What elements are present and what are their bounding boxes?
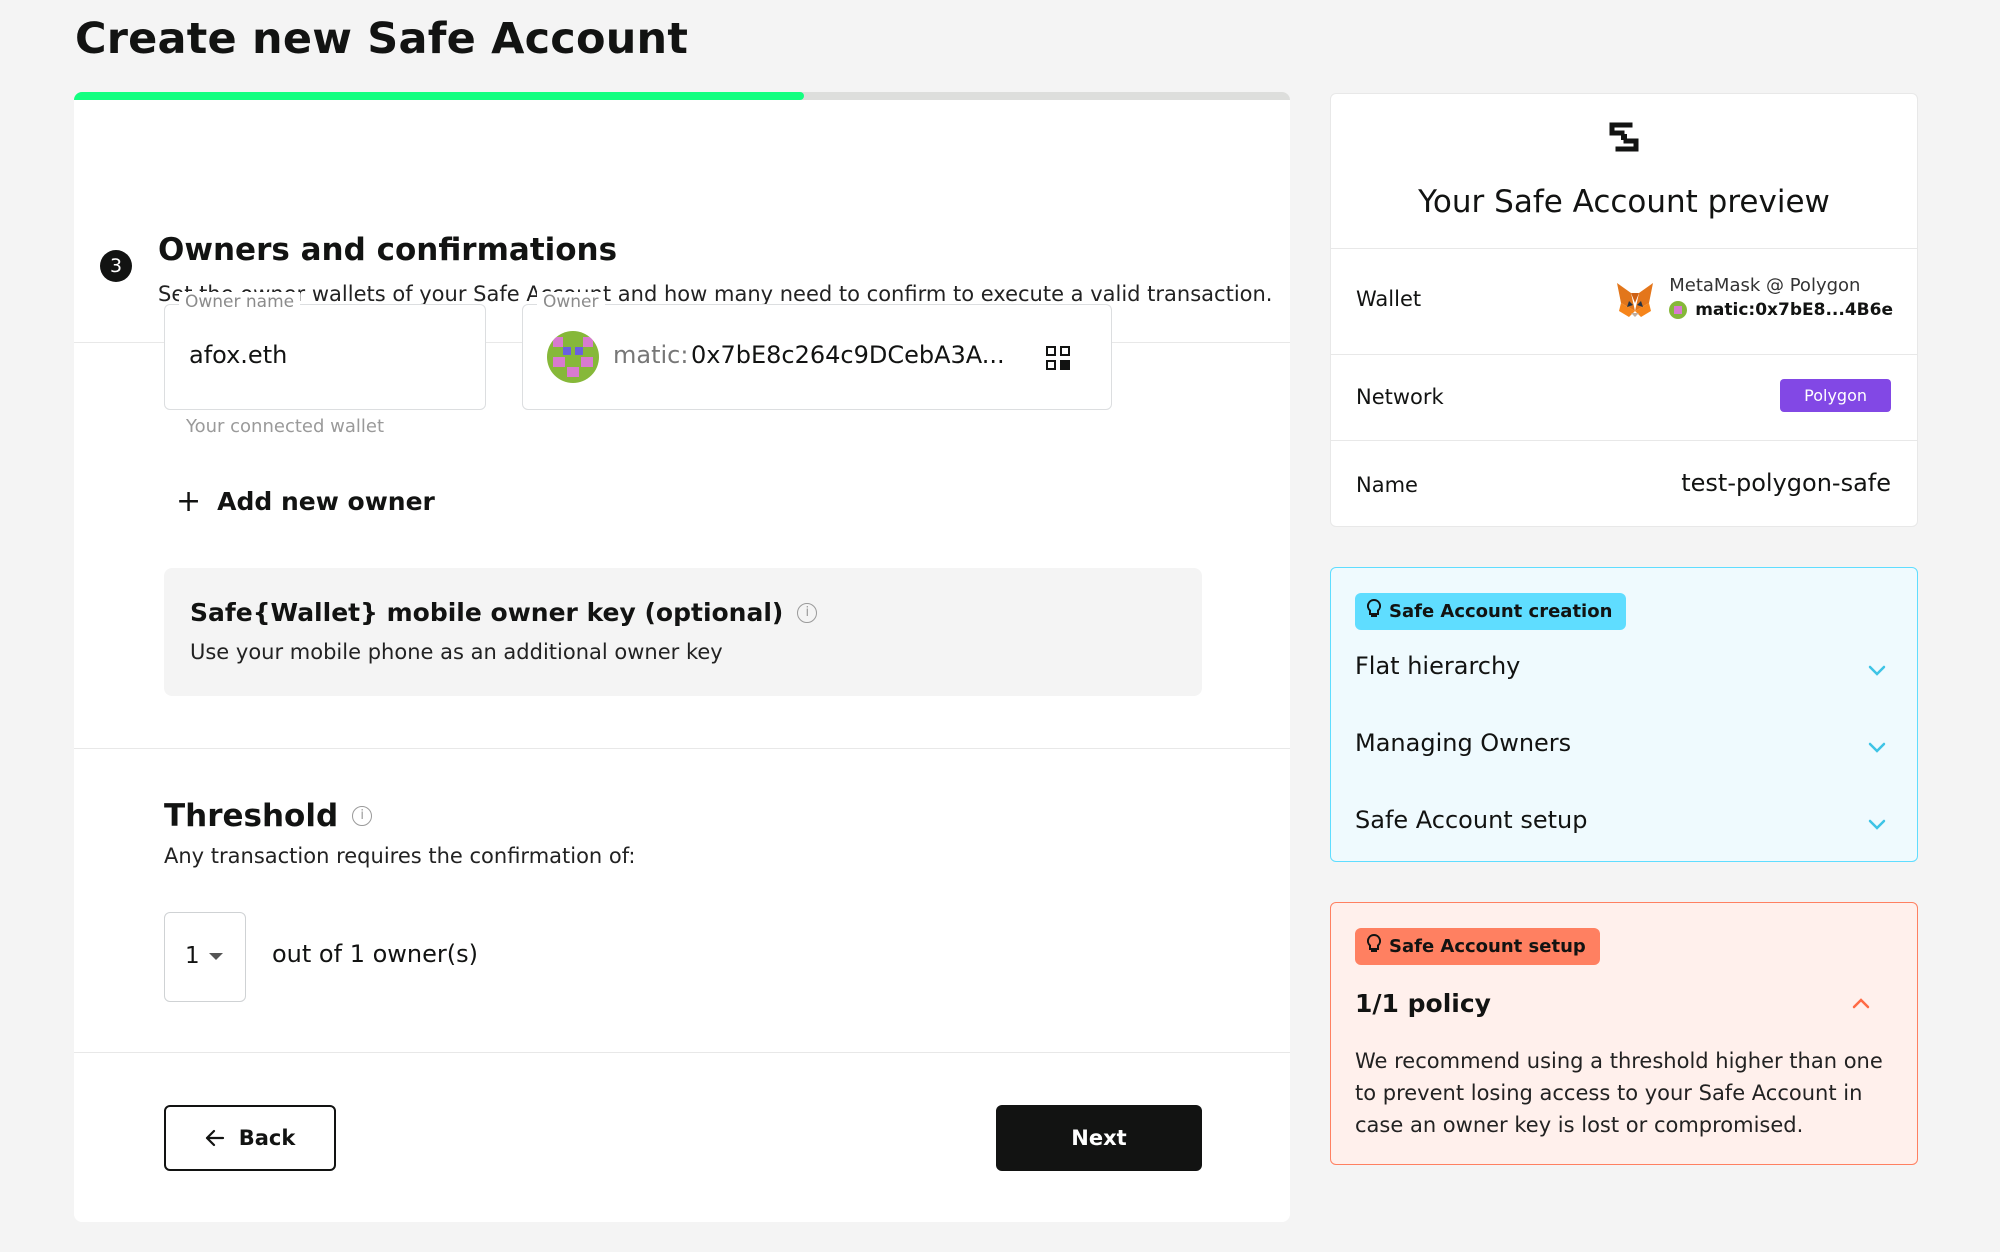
owner-identicon (547, 331, 599, 387)
arrow-left-icon (205, 1129, 224, 1147)
preview-wallet-row: Wallet MetaMask @ Polygon matic:0x7bE8..… (1331, 248, 1917, 354)
chevron-down-icon (1867, 656, 1887, 684)
safe-name-value: test-polygon-safe (1681, 469, 1891, 497)
owner-address-label: Owner (537, 292, 605, 312)
footer-divider (74, 1052, 1290, 1053)
mobile-owner-key-title: Safe{Wallet} mobile owner key (optional) (190, 598, 784, 627)
creation-tips-badge: Safe Account creation (1355, 593, 1627, 630)
preview-title: Your Safe Account preview (1418, 184, 1830, 220)
owners-step-card: 3 Owners and confirmations Set the owner… (74, 92, 1290, 1222)
accordion-managing-owners-label: Managing Owners (1355, 729, 1572, 757)
creation-tips-badge-label: Safe Account creation (1389, 601, 1613, 622)
metamask-fox-icon (1615, 281, 1655, 323)
wallet-label: Wallet (1356, 287, 1422, 311)
network-badge: Polygon (1780, 379, 1891, 412)
safe-creation-tips: Safe Account creation Flat hierarchy Man… (1330, 567, 1918, 862)
setup-warning-badge: Safe Account setup (1355, 928, 1600, 965)
wallet-name: MetaMask @ Polygon (1669, 275, 1861, 296)
owner-address-prefix: matic: (613, 341, 689, 369)
add-new-owner-label: Add new owner (217, 487, 435, 516)
owner-name-field[interactable]: Owner name afox.eth (164, 292, 486, 410)
section-divider (74, 748, 1290, 749)
accordion-flat-hierarchy[interactable]: Flat hierarchy (1355, 652, 1895, 680)
safe-logo-icon (1604, 119, 1644, 159)
progress-bar-fill (74, 92, 804, 100)
owner-name-helper: Your connected wallet (186, 416, 385, 437)
threshold-title: Threshold (164, 798, 339, 834)
preview-name-row: Name test-polygon-safe (1331, 440, 1917, 528)
lightbulb-icon (1366, 933, 1382, 959)
mobile-owner-key-title-row: Safe{Wallet} mobile owner key (optional)… (190, 598, 818, 627)
safe-setup-warning: Safe Account setup 1/1 policy We recomme… (1330, 902, 1918, 1165)
owner-name-value: afox.eth (189, 341, 288, 369)
next-button[interactable]: Next (996, 1105, 1202, 1171)
accordion-managing-owners[interactable]: Managing Owners (1355, 729, 1895, 757)
threshold-title-row: Threshold i (164, 798, 373, 834)
threshold-selected-value: 1 (185, 943, 200, 969)
policy-text: We recommend using a threshold higher th… (1355, 1049, 1883, 1137)
caret-down-icon (209, 953, 223, 960)
back-button-label: Back (238, 1126, 296, 1150)
name-label: Name (1356, 473, 1418, 497)
owner-name-label: Owner name (179, 292, 301, 312)
wallet-address: matic:0x7bE8...4B6e (1695, 300, 1893, 320)
step-number-badge: 3 (100, 250, 132, 282)
page-title: Create new Safe Account (75, 14, 689, 64)
wallet-identicon (1669, 301, 1688, 319)
accordion-flat-hierarchy-label: Flat hierarchy (1355, 652, 1521, 680)
step-title: Owners and confirmations (158, 232, 618, 268)
add-new-owner-button[interactable]: + Add new owner (176, 484, 435, 519)
threshold-subtitle: Any transaction requires the confirmatio… (164, 844, 636, 868)
back-button[interactable]: Back (164, 1105, 336, 1171)
accordion-safe-account-setup-label: Safe Account setup (1355, 806, 1588, 834)
owner-address-value: 0x7bE8c264c9DCebA3A... (691, 341, 1005, 369)
threshold-select[interactable]: 1 (164, 912, 246, 1002)
info-icon[interactable]: i (797, 602, 818, 623)
step-subtitle: Set the owner wallets of your Safe Accou… (158, 282, 1273, 306)
policy-title: 1/1 policy (1355, 989, 1491, 1018)
wallet-address-row: matic:0x7bE8...4B6e (1669, 300, 1893, 320)
plus-icon: + (176, 484, 202, 519)
chevron-down-icon (1867, 733, 1887, 761)
mobile-owner-key-box[interactable]: Safe{Wallet} mobile owner key (optional)… (164, 568, 1202, 696)
wallet-info: MetaMask @ Polygon matic:0x7bE8...4B6e (1615, 275, 1893, 320)
threshold-info-icon[interactable]: i (352, 806, 373, 826)
mobile-owner-key-subtitle: Use your mobile phone as an additional o… (190, 640, 723, 664)
network-label: Network (1356, 385, 1444, 409)
setup-warning-badge-label: Safe Account setup (1389, 936, 1586, 957)
owner-address-field[interactable]: Owner matic: 0x7bE8c264c9DCebA3A... (522, 292, 1112, 410)
threshold-out-of-text: out of 1 owner(s) (272, 940, 478, 968)
chevron-up-icon[interactable] (1851, 995, 1871, 1014)
accordion-safe-account-setup[interactable]: Safe Account setup (1355, 806, 1895, 834)
qr-code-icon[interactable] (1045, 345, 1071, 375)
chevron-down-icon (1867, 810, 1887, 838)
lightbulb-icon (1366, 598, 1382, 624)
progress-bar (74, 92, 1290, 100)
safe-preview-card: Your Safe Account preview Wallet MetaMas… (1330, 93, 1918, 527)
preview-network-row: Network Polygon (1331, 354, 1917, 440)
